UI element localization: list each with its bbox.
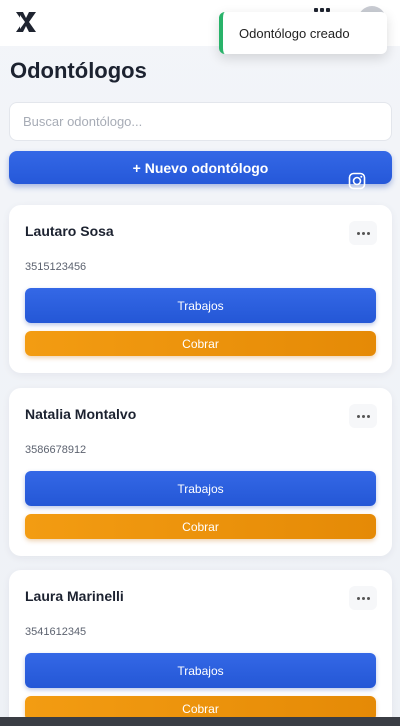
more-icon [356, 414, 360, 418]
dentist-name: Natalia Montalvo [25, 406, 137, 422]
charge-button[interactable]: Cobrar [25, 514, 376, 539]
more-icon [356, 596, 360, 600]
dentist-phone: 3541612345 [25, 626, 87, 638]
more-icon [356, 231, 360, 235]
dentist-card: Laura Marinelli 3541612345 Trabajos Cobr… [9, 570, 392, 726]
instagram-icon [348, 172, 366, 190]
jobs-button[interactable]: Trabajos [25, 653, 376, 688]
app-logo-icon[interactable] [14, 10, 38, 34]
toast-notification: Odontólogo creado [219, 12, 387, 54]
dentist-card: Natalia Montalvo 3586678912 Trabajos Cob… [9, 388, 392, 556]
jobs-button[interactable]: Trabajos [25, 471, 376, 506]
new-dentist-button[interactable]: + Nuevo odontólogo [9, 151, 392, 184]
dentist-name: Laura Marinelli [25, 588, 124, 604]
page-title: Odontólogos [10, 58, 147, 83]
dentist-phone: 3586678912 [25, 444, 87, 456]
more-options-button[interactable] [349, 404, 377, 428]
charge-button[interactable]: Cobrar [25, 331, 376, 356]
toast-message: Odontólogo creado [239, 25, 350, 41]
more-options-button[interactable] [349, 586, 377, 610]
dentist-card: Lautaro Sosa 3515123456 Trabajos Cobrar [9, 205, 392, 373]
more-options-button[interactable] [349, 221, 377, 245]
jobs-button[interactable]: Trabajos [25, 288, 376, 323]
system-bottom-bar [0, 717, 400, 726]
dentist-phone: 3515123456 [25, 261, 87, 273]
search-input[interactable] [9, 102, 392, 141]
dentist-name: Lautaro Sosa [25, 223, 114, 239]
